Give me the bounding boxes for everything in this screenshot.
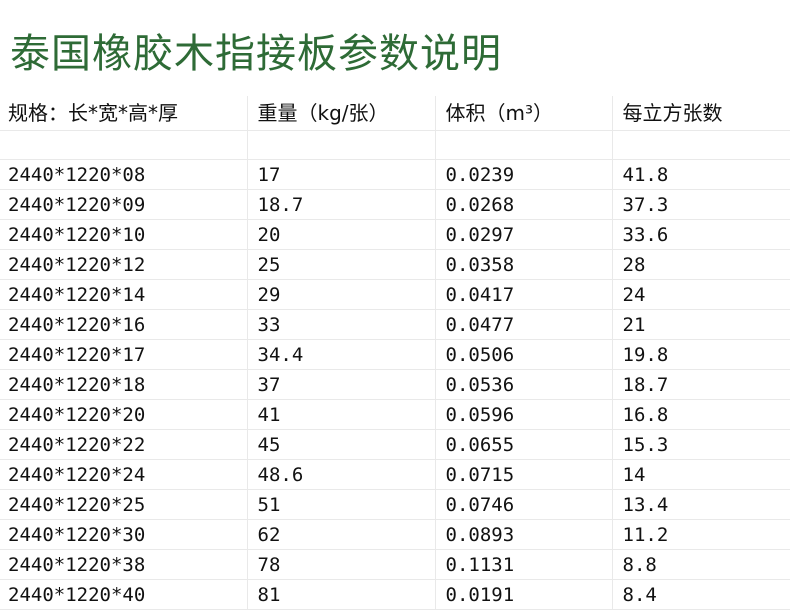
cell-sheets-per-cubic: 33.6 <box>612 219 790 250</box>
cell-spec: 2440*1220*25 <box>0 489 248 520</box>
cell-volume: 0.0191 <box>435 579 613 610</box>
table-row: 2440*1220*17 34.4 0.0506 19.8 <box>0 339 790 370</box>
cell-weight: 33 <box>247 309 436 340</box>
cell-weight: 37 <box>247 369 436 400</box>
table-row: 2440*1220*40 81 0.0191 8.4 <box>0 579 790 610</box>
table-row: 2440*1220*09 18.7 0.0268 37.3 <box>0 189 790 220</box>
header-volume: 体积（m³） <box>435 96 613 131</box>
cell-spec: 2440*1220*18 <box>0 369 248 400</box>
cell-volume: 0.0506 <box>435 339 613 370</box>
cell-sheets-per-cubic: 14 <box>612 459 790 490</box>
cell-spec: 2440*1220*24 <box>0 459 248 490</box>
cell-weight: 51 <box>247 489 436 520</box>
cell-spec: 2440*1220*10 <box>0 219 248 250</box>
cell-volume: 0.0239 <box>435 159 613 190</box>
cell-volume: 0.0536 <box>435 369 613 400</box>
cell-sheets-per-cubic: 8.4 <box>612 579 790 610</box>
cell-spec: 2440*1220*22 <box>0 429 248 460</box>
empty-cell <box>0 130 248 160</box>
cell-weight: 34.4 <box>247 339 436 370</box>
cell-spec: 2440*1220*12 <box>0 249 248 280</box>
cell-weight: 62 <box>247 519 436 550</box>
cell-weight: 45 <box>247 429 436 460</box>
cell-spec: 2440*1220*30 <box>0 519 248 550</box>
cell-volume: 0.0746 <box>435 489 613 520</box>
table-row: 2440*1220*14 29 0.0417 24 <box>0 279 790 310</box>
cell-volume: 0.0596 <box>435 399 613 430</box>
table-row: 2440*1220*18 37 0.0536 18.7 <box>0 369 790 400</box>
cell-volume: 0.0655 <box>435 429 613 460</box>
table-row: 2440*1220*10 20 0.0297 33.6 <box>0 219 790 250</box>
spec-table: 规格：长*宽*高*厚 重量（kg/张） 体积（m³） 每立方张数 2440*12… <box>0 96 790 610</box>
cell-weight: 81 <box>247 579 436 610</box>
cell-weight: 17 <box>247 159 436 190</box>
cell-weight: 18.7 <box>247 189 436 220</box>
cell-spec: 2440*1220*14 <box>0 279 248 310</box>
cell-weight: 78 <box>247 549 436 580</box>
table-row: 2440*1220*12 25 0.0358 28 <box>0 249 790 280</box>
cell-volume: 0.0297 <box>435 219 613 250</box>
cell-sheets-per-cubic: 16.8 <box>612 399 790 430</box>
cell-sheets-per-cubic: 28 <box>612 249 790 280</box>
cell-weight: 20 <box>247 219 436 250</box>
cell-sheets-per-cubic: 19.8 <box>612 339 790 370</box>
table-row: 2440*1220*16 33 0.0477 21 <box>0 309 790 340</box>
empty-cell <box>247 130 436 160</box>
empty-cell <box>612 130 790 160</box>
cell-weight: 48.6 <box>247 459 436 490</box>
cell-spec: 2440*1220*08 <box>0 159 248 190</box>
cell-spec: 2440*1220*09 <box>0 189 248 220</box>
table-header-row: 规格：长*宽*高*厚 重量（kg/张） 体积（m³） 每立方张数 <box>0 96 790 131</box>
cell-volume: 0.0477 <box>435 309 613 340</box>
cell-sheets-per-cubic: 37.3 <box>612 189 790 220</box>
table-row: 2440*1220*24 48.6 0.0715 14 <box>0 459 790 490</box>
cell-volume: 0.0268 <box>435 189 613 220</box>
cell-spec: 2440*1220*38 <box>0 549 248 580</box>
cell-spec: 2440*1220*20 <box>0 399 248 430</box>
cell-weight: 41 <box>247 399 436 430</box>
cell-sheets-per-cubic: 13.4 <box>612 489 790 520</box>
table-row: 2440*1220*25 51 0.0746 13.4 <box>0 489 790 520</box>
cell-sheets-per-cubic: 21 <box>612 309 790 340</box>
table-row: 2440*1220*30 62 0.0893 11.2 <box>0 519 790 550</box>
cell-sheets-per-cubic: 8.8 <box>612 549 790 580</box>
cell-weight: 25 <box>247 249 436 280</box>
spec-table-body: 规格：长*宽*高*厚 重量（kg/张） 体积（m³） 每立方张数 2440*12… <box>0 96 790 610</box>
cell-spec: 2440*1220*40 <box>0 579 248 610</box>
cell-sheets-per-cubic: 41.8 <box>612 159 790 190</box>
cell-sheets-per-cubic: 11.2 <box>612 519 790 550</box>
cell-sheets-per-cubic: 18.7 <box>612 369 790 400</box>
cell-volume: 0.0893 <box>435 519 613 550</box>
cell-volume: 0.0417 <box>435 279 613 310</box>
header-sheets-per-cubic: 每立方张数 <box>612 96 790 131</box>
cell-sheets-per-cubic: 24 <box>612 279 790 310</box>
table-row: 2440*1220*22 45 0.0655 15.3 <box>0 429 790 460</box>
cell-volume: 0.0358 <box>435 249 613 280</box>
cell-spec: 2440*1220*16 <box>0 309 248 340</box>
page-title: 泰国橡胶木指接板参数说明 <box>10 31 502 77</box>
cell-sheets-per-cubic: 15.3 <box>612 429 790 460</box>
header-spec: 规格：长*宽*高*厚 <box>0 96 248 131</box>
table-row: 2440*1220*08 17 0.0239 41.8 <box>0 159 790 190</box>
empty-row <box>0 130 790 160</box>
cell-volume: 0.1131 <box>435 549 613 580</box>
empty-cell <box>435 130 613 160</box>
table-row: 2440*1220*20 41 0.0596 16.8 <box>0 399 790 430</box>
table-row: 2440*1220*38 78 0.1131 8.8 <box>0 549 790 580</box>
cell-spec: 2440*1220*17 <box>0 339 248 370</box>
header-weight: 重量（kg/张） <box>247 96 436 131</box>
cell-weight: 29 <box>247 279 436 310</box>
cell-volume: 0.0715 <box>435 459 613 490</box>
